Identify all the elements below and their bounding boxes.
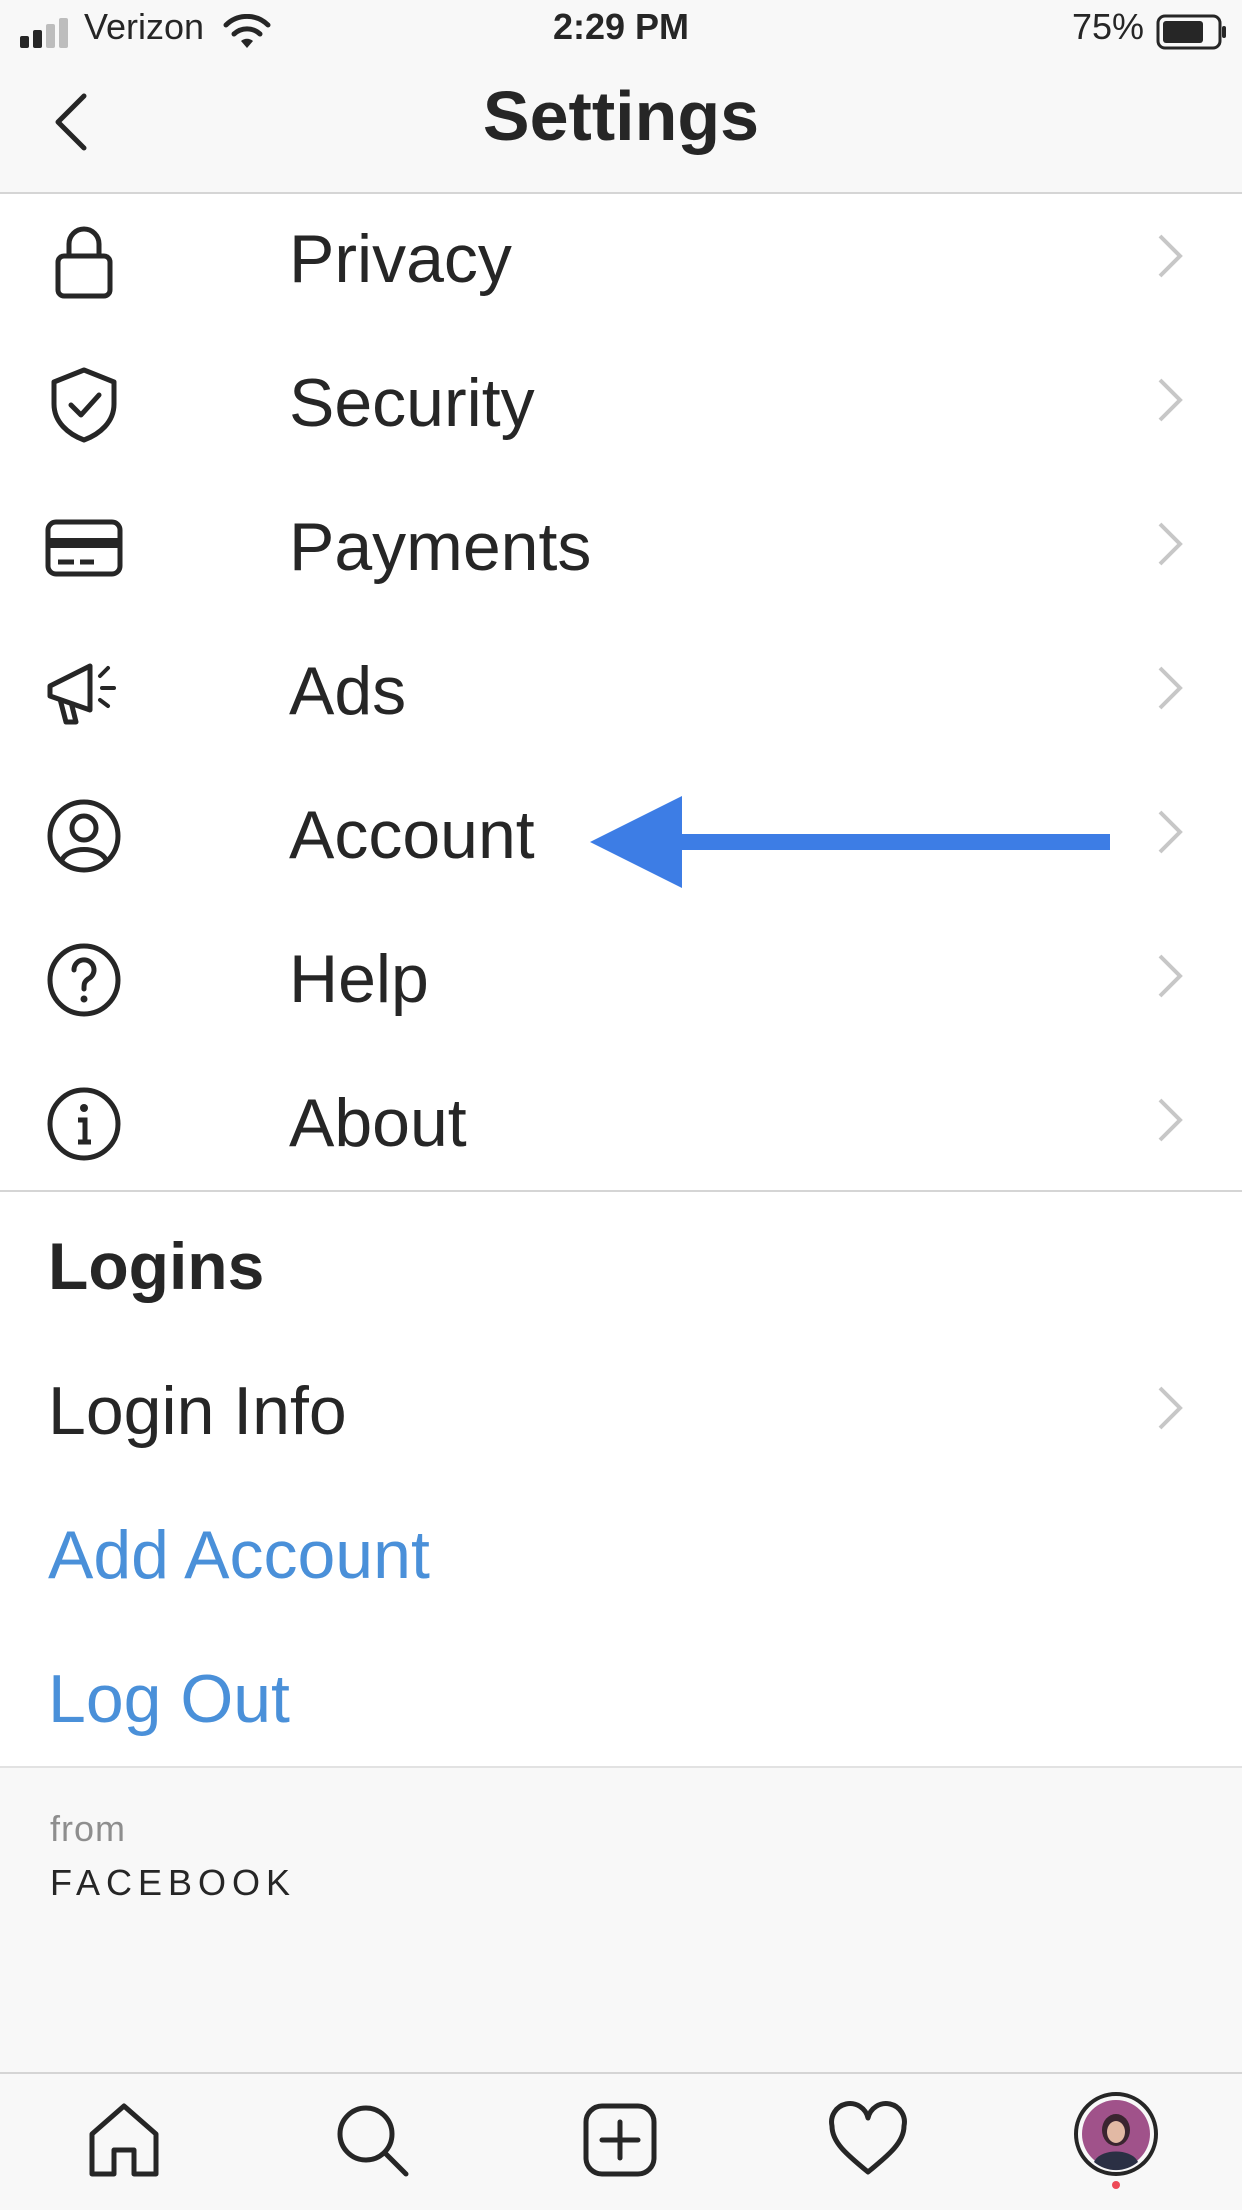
- row-label: Ads: [289, 653, 407, 729]
- settings-row-privacy[interactable]: Privacy: [0, 184, 1242, 328]
- log-out-link[interactable]: Log Out: [48, 1660, 290, 1738]
- logins-section-title: Logins: [48, 1229, 265, 1303]
- login-info-row[interactable]: Login Info: [0, 1336, 1242, 1480]
- row-label: Privacy: [289, 221, 512, 297]
- chevron-right-icon: [1158, 1386, 1183, 1430]
- chevron-right-icon: [1158, 810, 1183, 854]
- heart-icon[interactable]: [826, 2098, 910, 2182]
- chevron-right-icon: [1158, 954, 1183, 998]
- settings-row-help[interactable]: Help: [0, 904, 1242, 1048]
- chevron-right-icon: [1158, 234, 1183, 278]
- home-icon[interactable]: [82, 2098, 166, 2182]
- battery-icon: [1156, 14, 1226, 50]
- chevron-right-icon: [1158, 666, 1183, 710]
- annotation-arrow: [590, 796, 1110, 888]
- lock-icon: [55, 226, 113, 299]
- row-label: Help: [289, 941, 429, 1017]
- settings-row-payments[interactable]: Payments: [0, 472, 1242, 616]
- status-time: 2:29 PM: [552, 6, 690, 47]
- row-label: Security: [289, 365, 535, 441]
- chevron-right-icon: [1158, 522, 1183, 566]
- footer: [0, 1766, 1242, 2074]
- row-label: Account: [289, 797, 535, 873]
- footer-from: from: [50, 1808, 126, 1849]
- row-label: About: [289, 1085, 467, 1161]
- add-account-link[interactable]: Add Account: [48, 1516, 430, 1594]
- help-circle-icon: [47, 943, 121, 1017]
- user-circle-icon: [47, 799, 121, 873]
- row-label: Payments: [289, 509, 592, 585]
- settings-row-security[interactable]: Security: [0, 328, 1242, 472]
- search-icon[interactable]: [330, 2098, 414, 2182]
- credit-card-icon: [45, 519, 123, 577]
- add-post-icon[interactable]: [578, 2098, 662, 2182]
- login-info-label: Login Info: [48, 1373, 347, 1449]
- profile-avatar[interactable]: [1072, 2090, 1160, 2190]
- shield-check-icon: [51, 367, 117, 443]
- settings-row-about[interactable]: About: [0, 1048, 1242, 1192]
- section-divider: [0, 1190, 1242, 1192]
- page-title: Settings: [482, 77, 760, 155]
- info-circle-icon: [47, 1087, 121, 1161]
- settings-row-ads[interactable]: Ads: [0, 616, 1242, 760]
- chevron-right-icon: [1158, 1098, 1183, 1142]
- facebook-wordmark: FACEBOOK: [50, 1862, 297, 1903]
- megaphone-icon: [47, 663, 116, 725]
- chevron-right-icon: [1158, 378, 1183, 422]
- battery-percent: 75%: [1072, 6, 1145, 47]
